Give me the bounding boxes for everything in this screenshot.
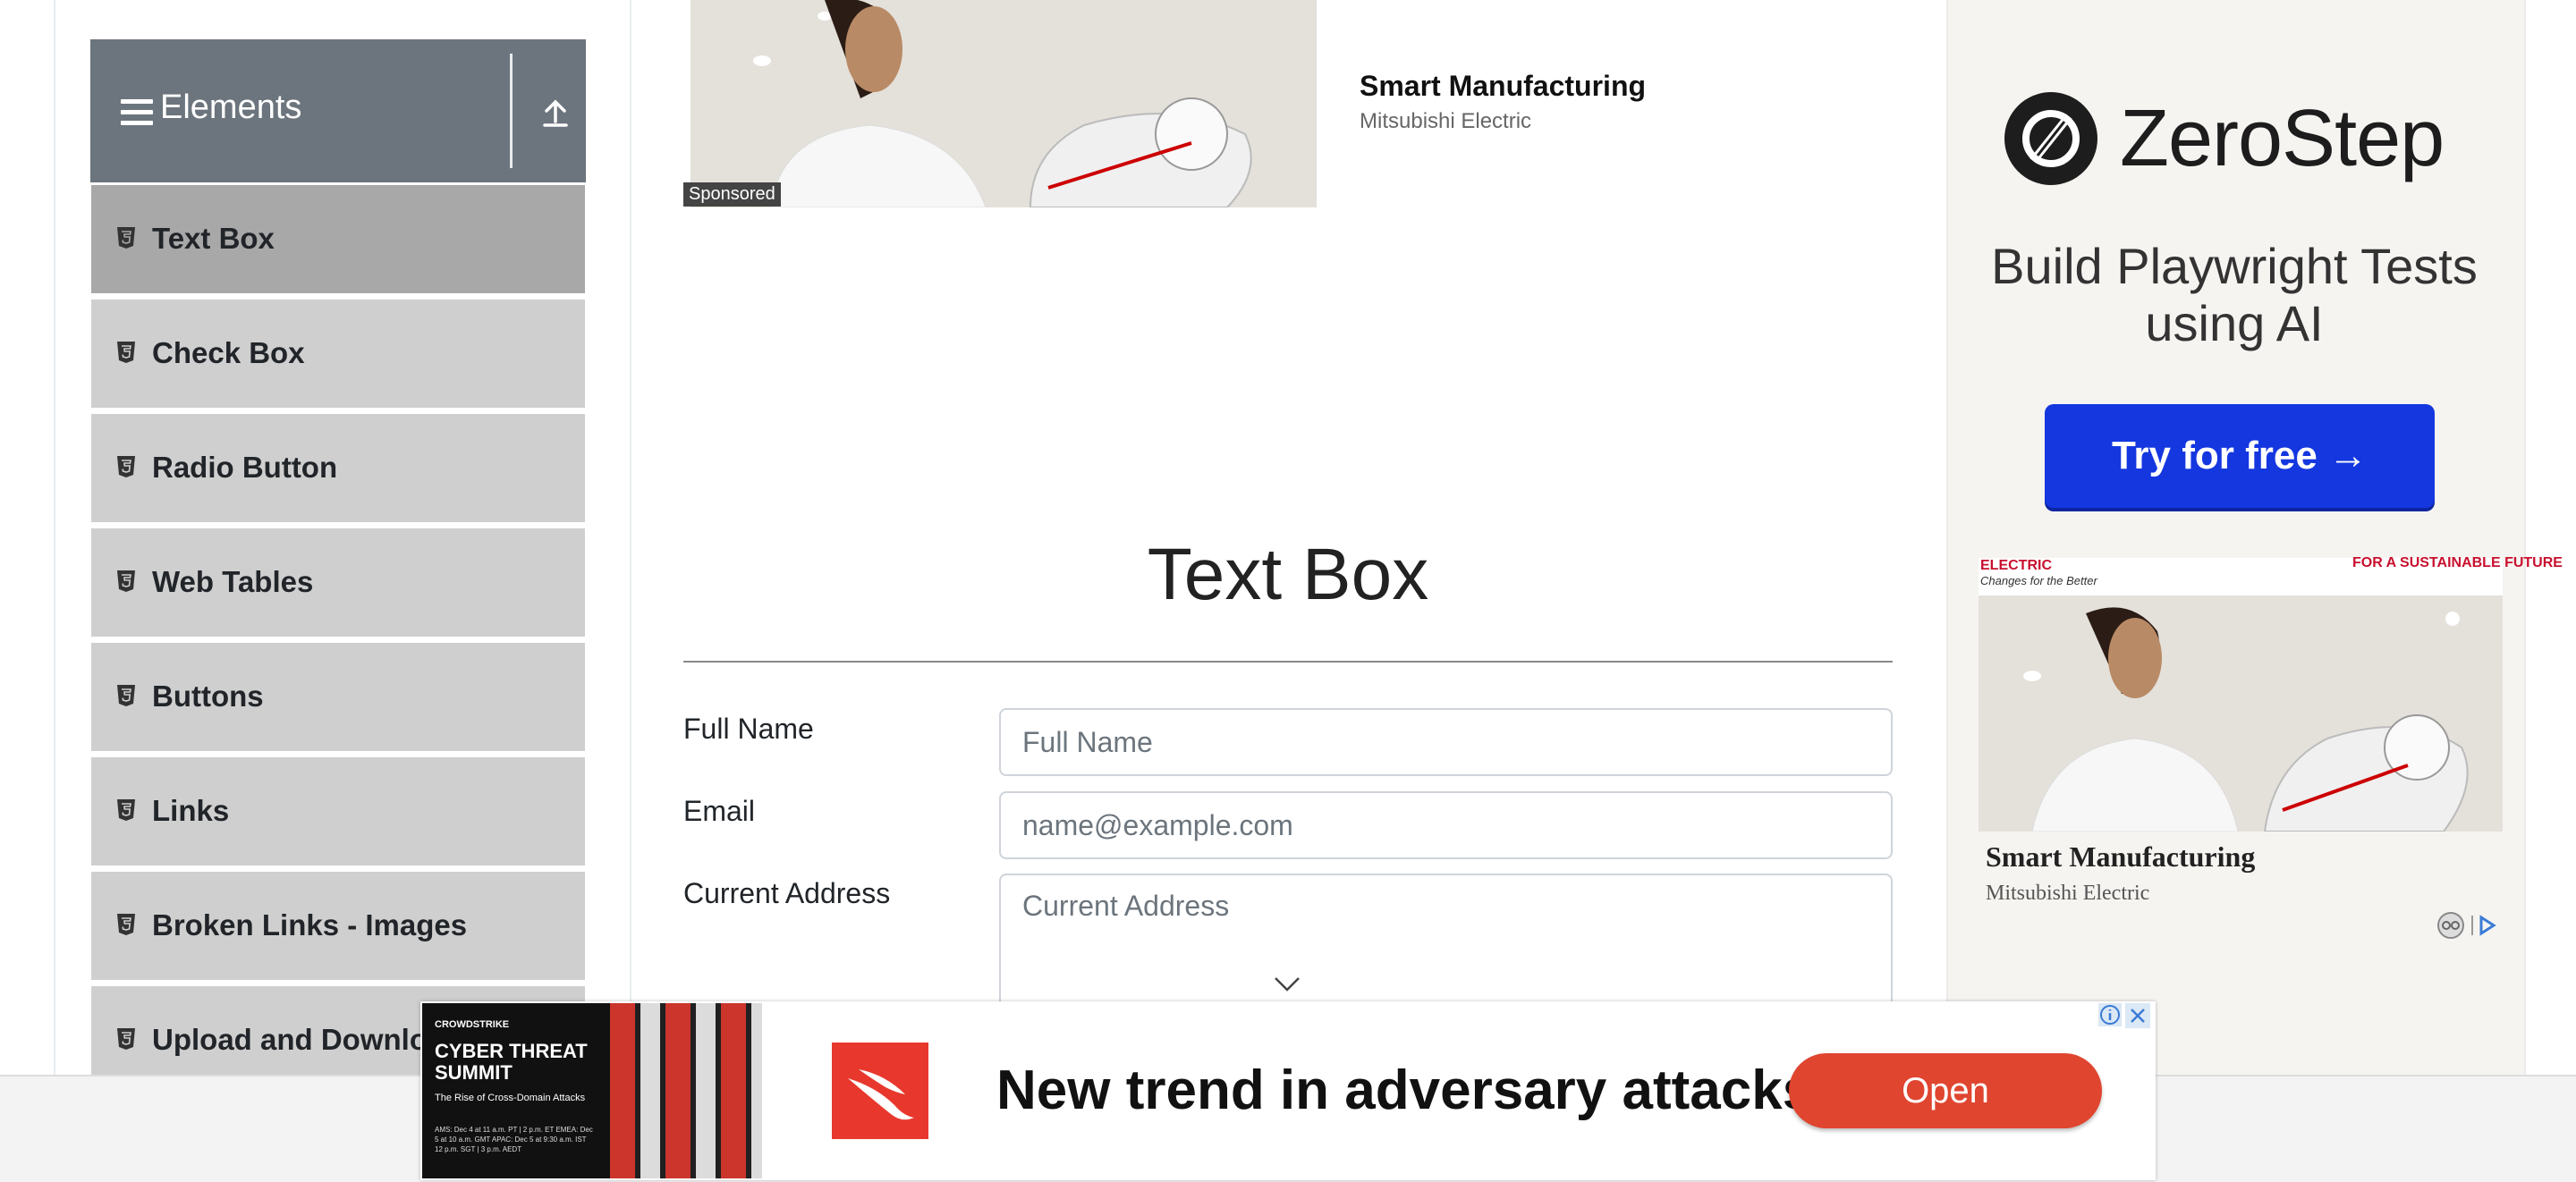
crowdstrike-falcon-icon	[832, 1043, 928, 1139]
ad2-image[interactable]	[1979, 595, 2503, 832]
ad2-photo	[1979, 595, 2503, 832]
event-subtitle: The Rise of Cross-Domain Attacks	[435, 1093, 586, 1103]
sidebar-item-label: Upload and Downlo	[152, 1023, 428, 1056]
elements-group-header[interactable]: Elements	[90, 39, 586, 182]
sidebar-item-label: Web Tables	[152, 565, 314, 598]
html5-icon	[117, 799, 135, 821]
sidebar-item-text-box[interactable]: Text Box	[91, 182, 585, 293]
zerostep-brand: ZeroStep	[2120, 94, 2445, 183]
ad2-tagline: Changes for the Better	[1980, 574, 2097, 587]
html5-icon	[117, 1028, 135, 1050]
info-icon[interactable]	[2098, 1003, 2122, 1026]
ad2-corner-text: FOR A SUSTAINABLE FUTURE	[2352, 555, 2563, 570]
sidebar-item-radio-button[interactable]: Radio Button	[91, 411, 585, 522]
menu-icon	[121, 99, 153, 126]
event-dates: AMS: Dec 4 at 11 a.m. PT | 2 p.m. ET EME…	[435, 1126, 593, 1153]
sidebar-item-label: Text Box	[152, 222, 275, 255]
sidebar-item-links[interactable]: Links	[91, 755, 585, 865]
sidebar-item-label: Check Box	[152, 336, 305, 369]
adchoices-icon[interactable]	[2431, 910, 2499, 941]
collapse-up-icon[interactable]	[538, 95, 573, 131]
email-label: Email	[683, 795, 756, 827]
crowdstrike-creative[interactable]: CROWDSTRIKE CYBER THREAT SUMMIT The Rise…	[422, 1003, 762, 1178]
open-button[interactable]: Open	[1789, 1053, 2102, 1128]
sidebar-item-check-box[interactable]: Check Box	[91, 297, 585, 408]
sidebar-item-broken-links[interactable]: Broken Links - Images	[91, 869, 585, 980]
zerostep-headline: Build Playwright Tests using AI	[1991, 238, 2478, 351]
sidebar-item-label: Links	[152, 794, 230, 827]
html5-icon	[117, 914, 135, 935]
sidebar-item-web-tables[interactable]: Web Tables	[91, 526, 585, 637]
sidebar-item-label: Broken Links - Images	[152, 908, 468, 941]
html5-icon	[117, 342, 135, 363]
html5-icon	[117, 685, 135, 706]
sidebar-item-label: Buttons	[152, 680, 264, 713]
elements-group-title: Elements	[160, 89, 302, 126]
zerostep-logo-icon	[2004, 92, 2097, 185]
full-name-input[interactable]	[999, 708, 1893, 776]
page-title: Text Box	[1147, 534, 1429, 615]
ad2-brand: ELECTRIC	[1980, 558, 2052, 573]
title-divider	[683, 661, 1893, 663]
ad2-subtitle: Mitsubishi Electric	[1986, 882, 2150, 905]
close-icon[interactable]	[2125, 1003, 2150, 1028]
sponsored-label: Sponsored	[683, 182, 781, 207]
current-address-label: Current Address	[683, 877, 891, 909]
sidebar-item-label: Radio Button	[152, 451, 338, 484]
html5-icon	[117, 227, 135, 249]
ad-title[interactable]: Smart Manufacturing	[1360, 70, 1646, 103]
header-divider	[510, 54, 513, 168]
event-title: CYBER THREAT SUMMIT	[435, 1040, 588, 1084]
sidebar-item-buttons[interactable]: Buttons	[91, 640, 585, 751]
html5-icon	[117, 456, 135, 477]
html5-icon	[117, 570, 135, 592]
crowdstrike-brand: CROWDSTRIKE	[435, 1019, 510, 1030]
full-name-label: Full Name	[683, 713, 814, 745]
chevron-down-icon	[1275, 977, 1300, 992]
ad-headline: New trend in adversary attacks	[996, 1060, 1814, 1121]
current-address-textarea[interactable]	[999, 874, 1893, 1008]
ad-photo	[691, 0, 1317, 207]
ad2-title[interactable]: Smart Manufacturing	[1986, 840, 2255, 874]
try-for-free-button[interactable]: Try for free →	[2045, 404, 2435, 508]
ad-subtitle: Mitsubishi Electric	[1360, 109, 1532, 133]
sponsored-ad-image[interactable]	[691, 0, 1317, 207]
decorative-pattern	[610, 1003, 762, 1178]
email-input[interactable]	[999, 791, 1893, 859]
